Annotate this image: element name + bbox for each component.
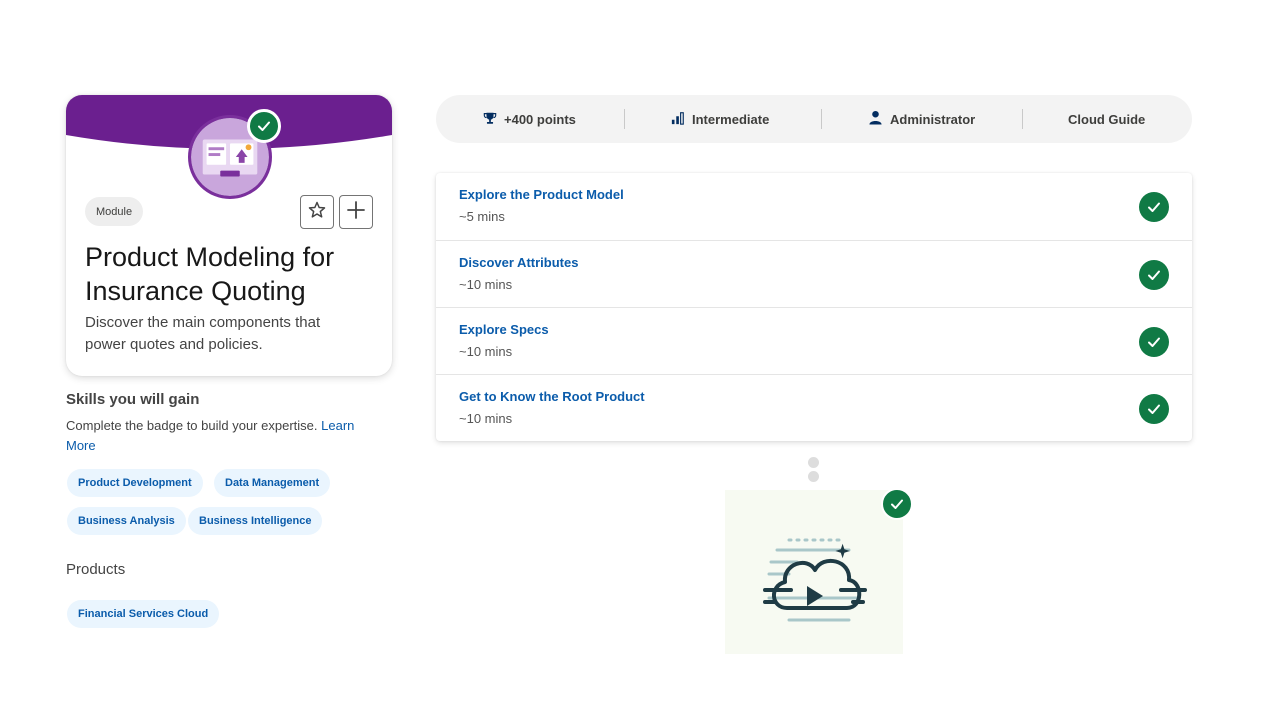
bar-chart-icon [671,111,685,128]
unit-title-link[interactable]: Get to Know the Root Product [459,389,645,404]
trail-connector-dot [808,471,819,482]
trophy-icon [483,111,497,128]
stat-points: +400 points [483,95,576,143]
stat-product-label: Cloud Guide [1068,111,1146,127]
unit-title-link[interactable]: Discover Attributes [459,255,578,270]
module-title: Product Modeling for Insurance Quoting [85,242,335,306]
check-icon [1139,192,1169,222]
cloud-video-badge-image[interactable] [725,490,903,654]
person-icon [868,110,883,128]
skill-chip-business-analysis[interactable]: Business Analysis [67,507,186,535]
unit-duration: ~10 mins [459,277,513,292]
units-list: Explore the Product Model ~5 mins Discov… [436,173,1192,441]
module-stats-bar: +400 points Intermediate Administrator C… [436,95,1192,143]
stat-points-label: +400 points [504,111,576,127]
stat-divider [1022,109,1023,129]
skill-chip-data-management[interactable]: Data Management [214,469,331,497]
check-icon [1139,327,1169,357]
module-completed-check-icon [247,109,281,143]
stat-role: Administrator [868,95,975,143]
unit-row[interactable]: Discover Attributes ~10 mins [436,240,1192,307]
cloud-play-icon [763,538,867,622]
products-heading: Products [66,561,126,578]
unit-duration: ~10 mins [459,344,513,359]
star-outline-icon [307,200,327,225]
unit-duration: ~5 mins [459,209,505,224]
module-description: Discover the main components that power … [85,314,321,353]
trail-connector-dot [808,457,819,468]
stat-role-label: Administrator [890,111,976,127]
unit-row[interactable]: Explore Specs ~10 mins [436,307,1192,374]
check-icon [1139,260,1169,290]
stat-divider [624,109,625,129]
unit-duration: ~10 mins [459,411,513,426]
product-chip-financial-services-cloud[interactable]: Financial Services Cloud [67,600,220,628]
skill-chip-business-intelligence[interactable]: Business Intelligence [188,507,323,535]
add-to-collection-button[interactable] [339,195,373,229]
stat-level: Intermediate [671,95,769,143]
badge-completed-check-icon [881,488,913,520]
skills-description-text: Complete the badge to build your experti… [66,418,318,433]
unit-row[interactable]: Explore the Product Model ~5 mins [436,173,1192,240]
favorite-button[interactable] [300,195,334,229]
stat-product: Cloud Guide [1068,95,1145,143]
skills-heading: Skills you will gain [66,391,200,408]
unit-title-link[interactable]: Explore Specs [459,322,549,337]
module-card: Module Product Modeling for Insurance Qu… [66,95,392,376]
stat-divider [821,109,822,129]
skill-chip-product-development[interactable]: Product Development [67,469,203,497]
unit-row[interactable]: Get to Know the Root Product ~10 mins [436,374,1192,441]
check-icon [1139,394,1169,424]
unit-title-link[interactable]: Explore the Product Model [459,187,624,202]
stat-level-label: Intermediate [692,111,770,127]
skills-description: Complete the badge to build your experti… [66,416,386,456]
module-type-tag: Module [85,197,144,226]
plus-icon [346,200,366,225]
